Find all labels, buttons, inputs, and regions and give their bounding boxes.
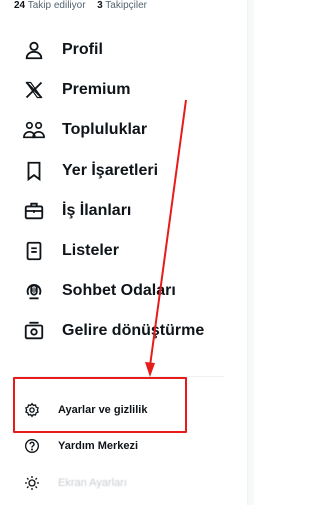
- menu-item-bookmarks[interactable]: Yer İşaretleri: [0, 151, 240, 191]
- menu-label: Profil: [62, 41, 103, 58]
- menu-label: Premium: [62, 81, 131, 98]
- sun-icon: [23, 474, 41, 492]
- followers-count[interactable]: 3: [97, 0, 103, 11]
- followers-label[interactable]: Takipçiler: [105, 0, 147, 11]
- menu-label: Sohbet Odaları: [62, 282, 176, 299]
- menu-item-premium[interactable]: Premium: [0, 70, 240, 110]
- monetization-icon: [22, 319, 46, 343]
- menu-item-jobs[interactable]: İş İlanları: [0, 191, 240, 231]
- menu-label: Listeler: [62, 242, 119, 259]
- help-circle-icon: [23, 437, 41, 455]
- help-center-label: Yardım Merkezi: [58, 440, 139, 452]
- menu-item-lists[interactable]: Listeler: [0, 231, 240, 271]
- person-icon: [22, 38, 46, 62]
- briefcase-icon: [22, 199, 46, 223]
- help-center-item[interactable]: Yardım Merkezi: [0, 431, 240, 461]
- menu-label: Gelire dönüştürme: [62, 322, 205, 339]
- highlight-annotation-box: [13, 377, 187, 433]
- menu-item-monetization[interactable]: Gelire dönüştürme: [0, 311, 240, 351]
- menu-label: Yer İşaretleri: [62, 162, 159, 179]
- follow-stats: 24 Takip ediliyor 3 Takipçiler: [14, 0, 147, 14]
- spaces-microphone-icon: [22, 279, 46, 303]
- menu-label: İş İlanları: [62, 202, 132, 219]
- sidebar-edge: [247, 0, 254, 505]
- bookmark-icon: [22, 159, 46, 183]
- communities-icon: [22, 118, 46, 142]
- following-count[interactable]: 24: [14, 0, 25, 11]
- menu-item-communities[interactable]: Topluluklar: [0, 110, 240, 150]
- menu-item-profile[interactable]: Profil: [0, 30, 240, 70]
- menu-item-spaces[interactable]: Sohbet Odaları: [0, 271, 240, 311]
- menu-label: Topluluklar: [62, 121, 148, 138]
- list-icon: [22, 239, 46, 263]
- display-settings-label: Ekran Ayarları: [58, 477, 127, 489]
- display-settings-item[interactable]: Ekran Ayarları: [0, 468, 240, 498]
- following-label[interactable]: Takip ediliyor: [28, 0, 86, 11]
- x-logo-icon: [22, 78, 46, 102]
